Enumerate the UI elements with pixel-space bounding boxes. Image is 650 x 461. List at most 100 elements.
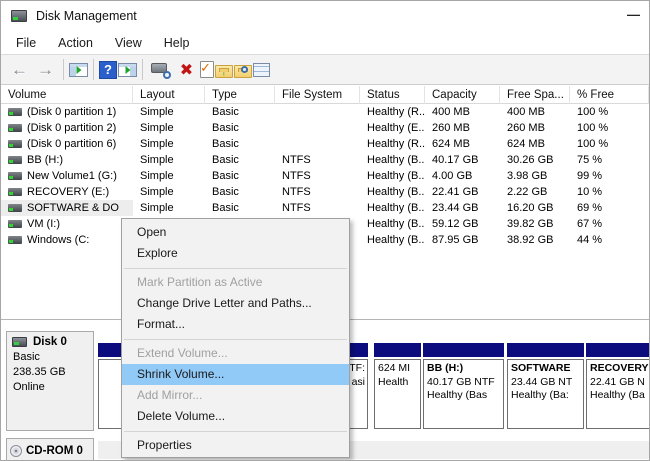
volume-cell: 38.92 GB xyxy=(500,232,570,248)
volume-cell xyxy=(275,104,360,120)
back-icon[interactable]: ← xyxy=(7,57,32,82)
volume-cell: Windows (C: xyxy=(1,232,133,248)
disk-management-app-icon xyxy=(11,10,27,22)
volume-row[interactable]: New Volume1 (G:)SimpleBasicNTFSHealthy (… xyxy=(1,168,649,184)
volume-row[interactable]: BB (H:)SimpleBasicNTFSHealthy (B...40.17… xyxy=(1,152,649,168)
column-header-type[interactable]: Type xyxy=(205,86,275,104)
menu-item-change-drive-letter-and-paths[interactable]: Change Drive Letter and Paths... xyxy=(122,293,349,314)
volume-cell: 260 MB xyxy=(500,120,570,136)
partition-block[interactable]: BB (H:)40.17 GB NTFHealthy (Bas xyxy=(423,343,504,429)
volume-cell: 100 % xyxy=(570,136,649,152)
partition-block[interactable]: SOFTWARE23.44 GB NTHealthy (Ba: xyxy=(507,343,584,429)
column-header-status[interactable]: Status xyxy=(360,86,425,104)
menu-item-properties[interactable]: Properties xyxy=(122,435,349,456)
volume-cell xyxy=(275,120,360,136)
volume-row[interactable]: SOFTWARE & DOSimpleBasicNTFSHealthy (B..… xyxy=(1,200,649,216)
column-header-layout[interactable]: Layout xyxy=(133,86,205,104)
volume-row[interactable]: (Disk 0 partition 6)SimpleBasicHealthy (… xyxy=(1,136,649,152)
volume-cell: 100 % xyxy=(570,104,649,120)
menubar-item-view[interactable]: View xyxy=(104,33,153,53)
toolbar: ←→? ✖✓↑ xyxy=(1,54,649,85)
column-header-volume[interactable]: Volume xyxy=(1,86,133,104)
volume-cell: NTFS xyxy=(275,152,360,168)
volume-icon xyxy=(8,140,22,148)
properties-icon[interactable] xyxy=(253,63,270,77)
volume-cell: 23.44 GB xyxy=(425,200,500,216)
partition-header-strip xyxy=(507,343,584,357)
disk0-label-box[interactable]: Disk 0 Basic 238.35 GB Online xyxy=(6,331,94,431)
mark-active-icon[interactable]: ✓ xyxy=(200,61,214,78)
partition-block[interactable]: RECOVERY22.41 GB NHealthy (Ba xyxy=(586,343,649,429)
context-menu: OpenExploreMark Partition as ActiveChang… xyxy=(121,218,350,458)
explore-icon[interactable] xyxy=(234,65,252,78)
volume-cell: Basic xyxy=(205,120,275,136)
menubar-item-action[interactable]: Action xyxy=(47,33,104,53)
volume-cell: 400 MB xyxy=(425,104,500,120)
menu-separator xyxy=(122,427,349,435)
volume-cell: Basic xyxy=(205,184,275,200)
column-header-free-spa[interactable]: Free Spa... xyxy=(500,86,570,104)
partition-info: BB (H:)40.17 GB NTFHealthy (Bas xyxy=(423,359,504,429)
partition-header-strip xyxy=(374,343,421,357)
volume-cell: (Disk 0 partition 2) xyxy=(1,120,133,136)
column-header-file-system[interactable]: File System xyxy=(275,86,360,104)
volume-cell: NTFS xyxy=(275,200,360,216)
volume-cell: Simple xyxy=(133,184,205,200)
disk0-name: Disk 0 xyxy=(33,336,67,348)
volume-cell: Simple xyxy=(133,136,205,152)
title-bar: Disk Management — xyxy=(1,1,649,31)
volume-name: BB (H:) xyxy=(27,152,63,168)
disk0-size: 238.35 GB xyxy=(12,365,88,380)
menubar-item-help[interactable]: Help xyxy=(153,33,201,53)
menu-separator xyxy=(122,264,349,272)
volume-cell: SOFTWARE & DO xyxy=(1,200,133,216)
volume-cell: Simple xyxy=(133,152,205,168)
volume-cell: 400 MB xyxy=(500,104,570,120)
volume-icon xyxy=(8,204,22,212)
volume-cell: Basic xyxy=(205,104,275,120)
partition-info: SOFTWARE23.44 GB NTHealthy (Ba: xyxy=(507,359,584,429)
volume-cell: Basic xyxy=(205,136,275,152)
volume-cell: 3.98 GB xyxy=(500,168,570,184)
console-tree-icon[interactable] xyxy=(69,63,88,77)
volume-name: VM (I:) xyxy=(27,216,60,232)
volume-name: Windows (C: xyxy=(27,232,89,248)
delete-volume-icon[interactable]: ✖ xyxy=(174,57,199,82)
menu-item-delete-volume[interactable]: Delete Volume... xyxy=(122,406,349,427)
menu-item-explore[interactable]: Explore xyxy=(122,243,349,264)
forward-icon[interactable]: → xyxy=(33,57,58,82)
menu-item-open[interactable]: Open xyxy=(122,222,349,243)
partition-block[interactable]: 624 MIHealth xyxy=(374,343,421,429)
volume-cell: Simple xyxy=(133,104,205,120)
action-pane-icon[interactable] xyxy=(118,63,137,77)
minimize-button[interactable]: — xyxy=(627,7,640,23)
volume-row[interactable]: (Disk 0 partition 2)SimpleBasicHealthy (… xyxy=(1,120,649,136)
volume-cell: 59.12 GB xyxy=(425,216,500,232)
volume-cell: Simple xyxy=(133,168,205,184)
column-header-capacity[interactable]: Capacity xyxy=(425,86,500,104)
volume-cell: BB (H:) xyxy=(1,152,133,168)
volume-name: RECOVERY (E:) xyxy=(27,184,109,200)
volume-cell: 39.82 GB xyxy=(500,216,570,232)
menubar-item-file[interactable]: File xyxy=(5,33,47,53)
rescan-disks-icon[interactable] xyxy=(148,57,173,82)
volume-row[interactable]: (Disk 0 partition 1)SimpleBasicHealthy (… xyxy=(1,104,649,120)
help-icon[interactable]: ? xyxy=(99,61,117,79)
volume-cell: 99 % xyxy=(570,168,649,184)
volume-row[interactable]: RECOVERY (E:)SimpleBasicNTFSHealthy (B..… xyxy=(1,184,649,200)
volume-cell: Healthy (B... xyxy=(360,168,425,184)
volume-icon xyxy=(8,188,22,196)
volume-cell: RECOVERY (E:) xyxy=(1,184,133,200)
menu-item-format[interactable]: Format... xyxy=(122,314,349,335)
menu-item-extend-volume: Extend Volume... xyxy=(122,343,349,364)
volume-cell: 10 % xyxy=(570,184,649,200)
volume-icon xyxy=(8,172,22,180)
cdrom-label-box[interactable]: CD-ROM 0 xyxy=(6,438,94,461)
menu-item-shrink-volume[interactable]: Shrink Volume... xyxy=(122,364,349,385)
open-icon[interactable]: ↑ xyxy=(215,65,233,78)
menu-bar: FileActionViewHelp xyxy=(1,31,649,54)
partition-header-strip xyxy=(586,343,649,357)
volume-name: (Disk 0 partition 6) xyxy=(27,136,116,152)
column-header-free[interactable]: % Free xyxy=(570,86,649,104)
volume-cell xyxy=(275,136,360,152)
